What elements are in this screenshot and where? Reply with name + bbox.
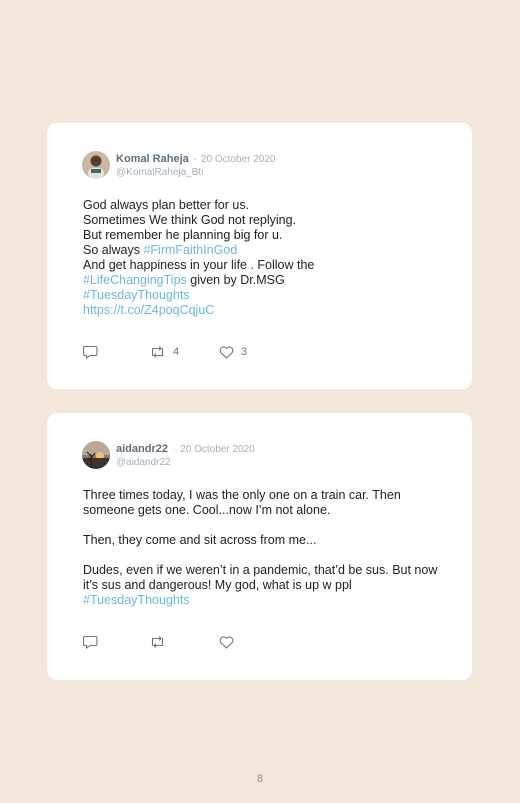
tweet-line: But remember he planning big for u. <box>83 228 283 242</box>
retweet-icon <box>151 346 164 358</box>
tweet-actions <box>83 635 241 649</box>
tweet-line: Sometimes We think God not replying. <box>83 213 297 227</box>
retweet-button[interactable] <box>149 635 219 649</box>
reply-button[interactable] <box>83 635 149 649</box>
tweet-paragraph: Three times today, I was the only one on… <box>83 488 401 517</box>
tweet-date[interactable]: 20 October 2020 <box>180 444 255 455</box>
like-count: 3 <box>241 346 248 358</box>
retweet-count: 4 <box>173 346 180 358</box>
avatar[interactable] <box>82 441 110 469</box>
reply-icon <box>83 635 98 649</box>
page-number: 8 <box>256 773 264 785</box>
tweet-text: Three times today, I was the only one on… <box>83 488 442 608</box>
hashtag-link[interactable]: #FirmFaithInGod <box>143 243 237 257</box>
separator: · <box>172 444 176 455</box>
reply-icon <box>83 345 98 359</box>
tweet-line: So always #FirmFaithInGod <box>83 243 442 258</box>
hashtag-link[interactable]: #TuesdayThoughts <box>83 288 442 303</box>
retweet-button[interactable]: 4 <box>149 345 219 359</box>
url-link[interactable]: https://t.co/Z4poqCqjuC <box>83 303 442 318</box>
reply-button[interactable] <box>83 345 149 359</box>
hashtag-link[interactable]: #TuesdayThoughts <box>83 593 442 608</box>
retweet-icon <box>151 636 164 648</box>
tweet-card: Komal Raheja · 20 October 2020 @KomalRah… <box>47 123 472 389</box>
author-name[interactable]: Komal Raheja <box>116 153 189 165</box>
tweet-actions: 4 3 <box>83 345 247 359</box>
author-handle[interactable]: @KomalRaheja_Bti <box>116 166 276 179</box>
tweet-line: #LifeChangingTips given by Dr.MSG <box>83 273 442 288</box>
tweet-line: And get happiness in your life . Follow … <box>83 258 315 272</box>
tweet-header: aidandr22 · 20 October 2020 @aidandr22 <box>82 441 255 469</box>
tweet-header: Komal Raheja · 20 October 2020 @KomalRah… <box>82 151 276 179</box>
tweet-text-segment: given by Dr.MSG <box>186 273 285 287</box>
hashtag-link[interactable]: #LifeChangingTips <box>83 273 187 287</box>
tweet-card: aidandr22 · 20 October 2020 @aidandr22 T… <box>47 413 472 680</box>
tweet-paragraph: Then, they come and sit across from me..… <box>83 533 317 547</box>
heart-icon <box>219 635 234 649</box>
avatar[interactable] <box>82 151 110 179</box>
tweet-paragraph: Dudes, even if we weren’t in a pandemic,… <box>83 563 438 592</box>
heart-icon <box>219 345 234 359</box>
like-button[interactable]: 3 <box>219 345 248 359</box>
author-name[interactable]: aidandr22 <box>116 443 168 455</box>
tweet-text-segment: So always <box>83 243 144 257</box>
tweet-line: God always plan better for us. <box>83 198 250 212</box>
tweet-text: God always plan better for us. Sometimes… <box>83 198 442 318</box>
separator: · <box>193 154 197 165</box>
author-handle[interactable]: @aidandr22 <box>116 456 255 469</box>
like-button[interactable] <box>219 635 241 649</box>
tweet-date[interactable]: 20 October 2020 <box>201 154 276 165</box>
